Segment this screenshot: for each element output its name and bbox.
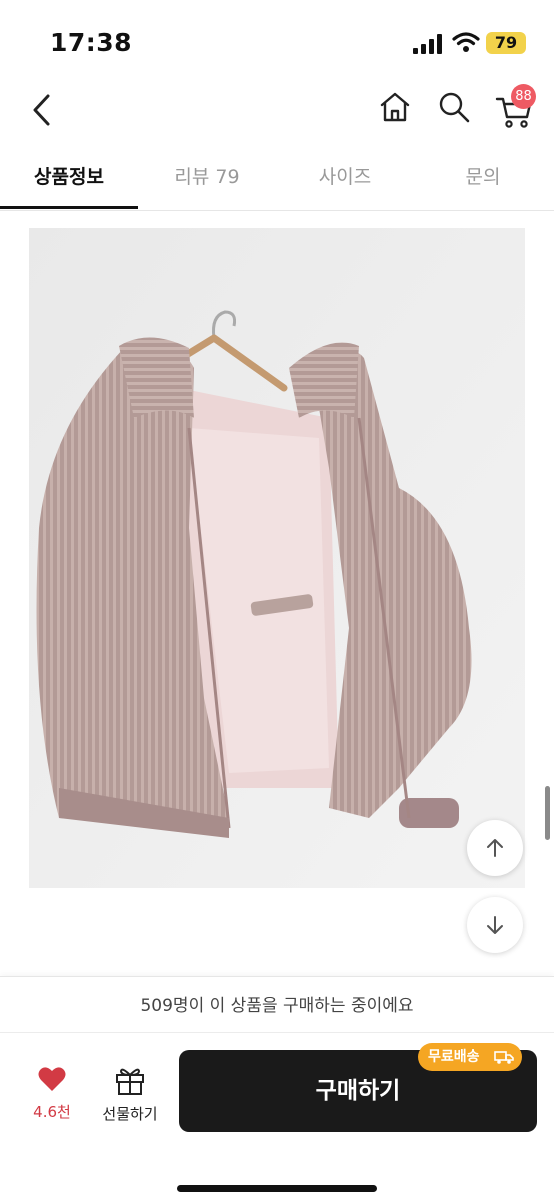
arrow-up-icon (487, 839, 503, 857)
tab-reviews[interactable]: 리뷰 79 (138, 162, 276, 189)
like-button[interactable]: 4.6천 (22, 1065, 82, 1122)
wifi-icon (452, 32, 480, 52)
free-shipping-label: 무료배송 (428, 1049, 480, 1065)
back-arrow-icon[interactable] (28, 90, 58, 130)
status-bar: 17:38 79 (0, 0, 554, 84)
tab-size[interactable]: 사이즈 (276, 162, 414, 189)
home-indicator (177, 1185, 377, 1192)
cart-count-badge: 88 (511, 84, 536, 109)
like-count: 4.6천 (33, 1103, 71, 1121)
signal-icon (413, 34, 442, 54)
battery-indicator: 79 (486, 32, 526, 54)
free-shipping-badge: 무료배송 (418, 1043, 522, 1071)
product-tabs: 상품정보 리뷰 79 사이즈 문의 (0, 150, 554, 211)
product-image (29, 228, 525, 888)
search-icon[interactable] (437, 90, 471, 124)
scroll-down-button[interactable] (467, 897, 523, 953)
arrow-down-icon (487, 916, 503, 934)
truck-icon (494, 1051, 514, 1064)
tab-product-info[interactable]: 상품정보 (0, 162, 138, 189)
gift-button[interactable]: 선물하기 (98, 1065, 162, 1124)
active-tab-indicator (0, 206, 138, 209)
home-icon[interactable] (378, 90, 412, 124)
gift-icon (116, 1068, 144, 1095)
scroll-up-button[interactable] (467, 820, 523, 876)
scrollbar[interactable] (545, 786, 550, 840)
status-time: 17:38 (50, 28, 133, 57)
purchase-bar: 509명이 이 상품을 구매하는 중이에요 4.6천 선물하기 구매하기 무료배… (0, 976, 554, 1201)
top-navigation: 88 (0, 84, 554, 148)
tab-inquiry[interactable]: 문의 (414, 162, 552, 189)
gift-label: 선물하기 (102, 1105, 158, 1123)
heart-icon (38, 1067, 66, 1091)
purchase-notice: 509명이 이 상품을 구매하는 중이에요 (0, 977, 554, 1033)
